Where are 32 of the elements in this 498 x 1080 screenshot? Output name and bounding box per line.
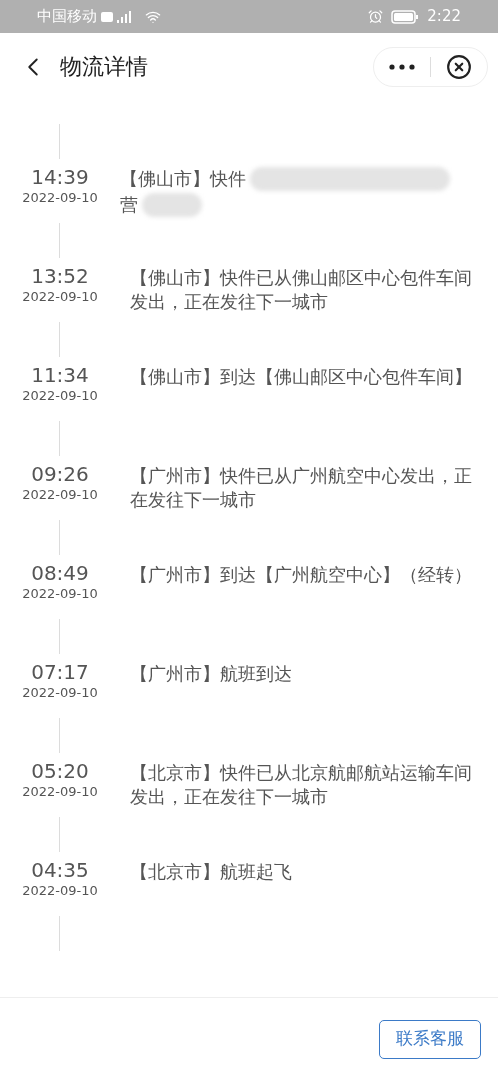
event-date: 2022-09-10 bbox=[22, 387, 98, 405]
clock-time: 2:22 bbox=[427, 6, 461, 28]
event-time: 11:34 bbox=[31, 363, 89, 387]
alarm-icon bbox=[368, 9, 384, 24]
page-title: 物流详情 bbox=[60, 53, 148, 81]
event-time: 04:35 bbox=[31, 858, 89, 882]
event-description: 【广州市】航班到达 bbox=[129, 662, 293, 686]
battery-icon bbox=[391, 9, 420, 24]
event-date: 2022-09-10 bbox=[22, 882, 98, 900]
event-date: 2022-09-10 bbox=[22, 585, 98, 603]
event-time: 08:49 bbox=[31, 561, 89, 585]
event-time: 07:17 bbox=[31, 660, 89, 684]
event-date: 2022-09-10 bbox=[22, 189, 98, 207]
carrier-name: 中国移动 bbox=[37, 6, 97, 28]
event-time: 14:39 bbox=[31, 165, 89, 189]
event-description: 【佛山市】到达【佛山邮区中心包件车间】 bbox=[129, 365, 473, 389]
event-description: 营 bbox=[120, 193, 138, 217]
event-description: 【广州市】到达【广州航空中心】（经转） bbox=[129, 563, 473, 587]
event-description: 【佛山市】快件 bbox=[120, 167, 246, 191]
event-date: 2022-09-10 bbox=[22, 684, 98, 702]
event-description: 【北京市】航班起飞 bbox=[129, 860, 293, 884]
event-date: 2022-09-10 bbox=[22, 288, 98, 306]
event-description: 【佛山市】快件已从佛山邮区中心包件车间发出，正在发往下一城市 bbox=[129, 266, 473, 314]
event-time: 09:26 bbox=[31, 462, 89, 486]
event-time: 13:52 bbox=[31, 264, 89, 288]
redaction-blur bbox=[142, 193, 202, 217]
contact-support-button[interactable]: 联系客服 bbox=[379, 1019, 481, 1059]
event-description: 【北京市】快件已从北京航邮航站运输车间发出，正在发往下一城市 bbox=[129, 761, 473, 809]
event-time: 05:20 bbox=[31, 759, 89, 783]
event-date: 2022-09-10 bbox=[22, 783, 98, 801]
event-date: 2022-09-10 bbox=[22, 486, 98, 504]
event-description: 【广州市】快件已从广州航空中心发出，正在发往下一城市 bbox=[129, 464, 473, 512]
